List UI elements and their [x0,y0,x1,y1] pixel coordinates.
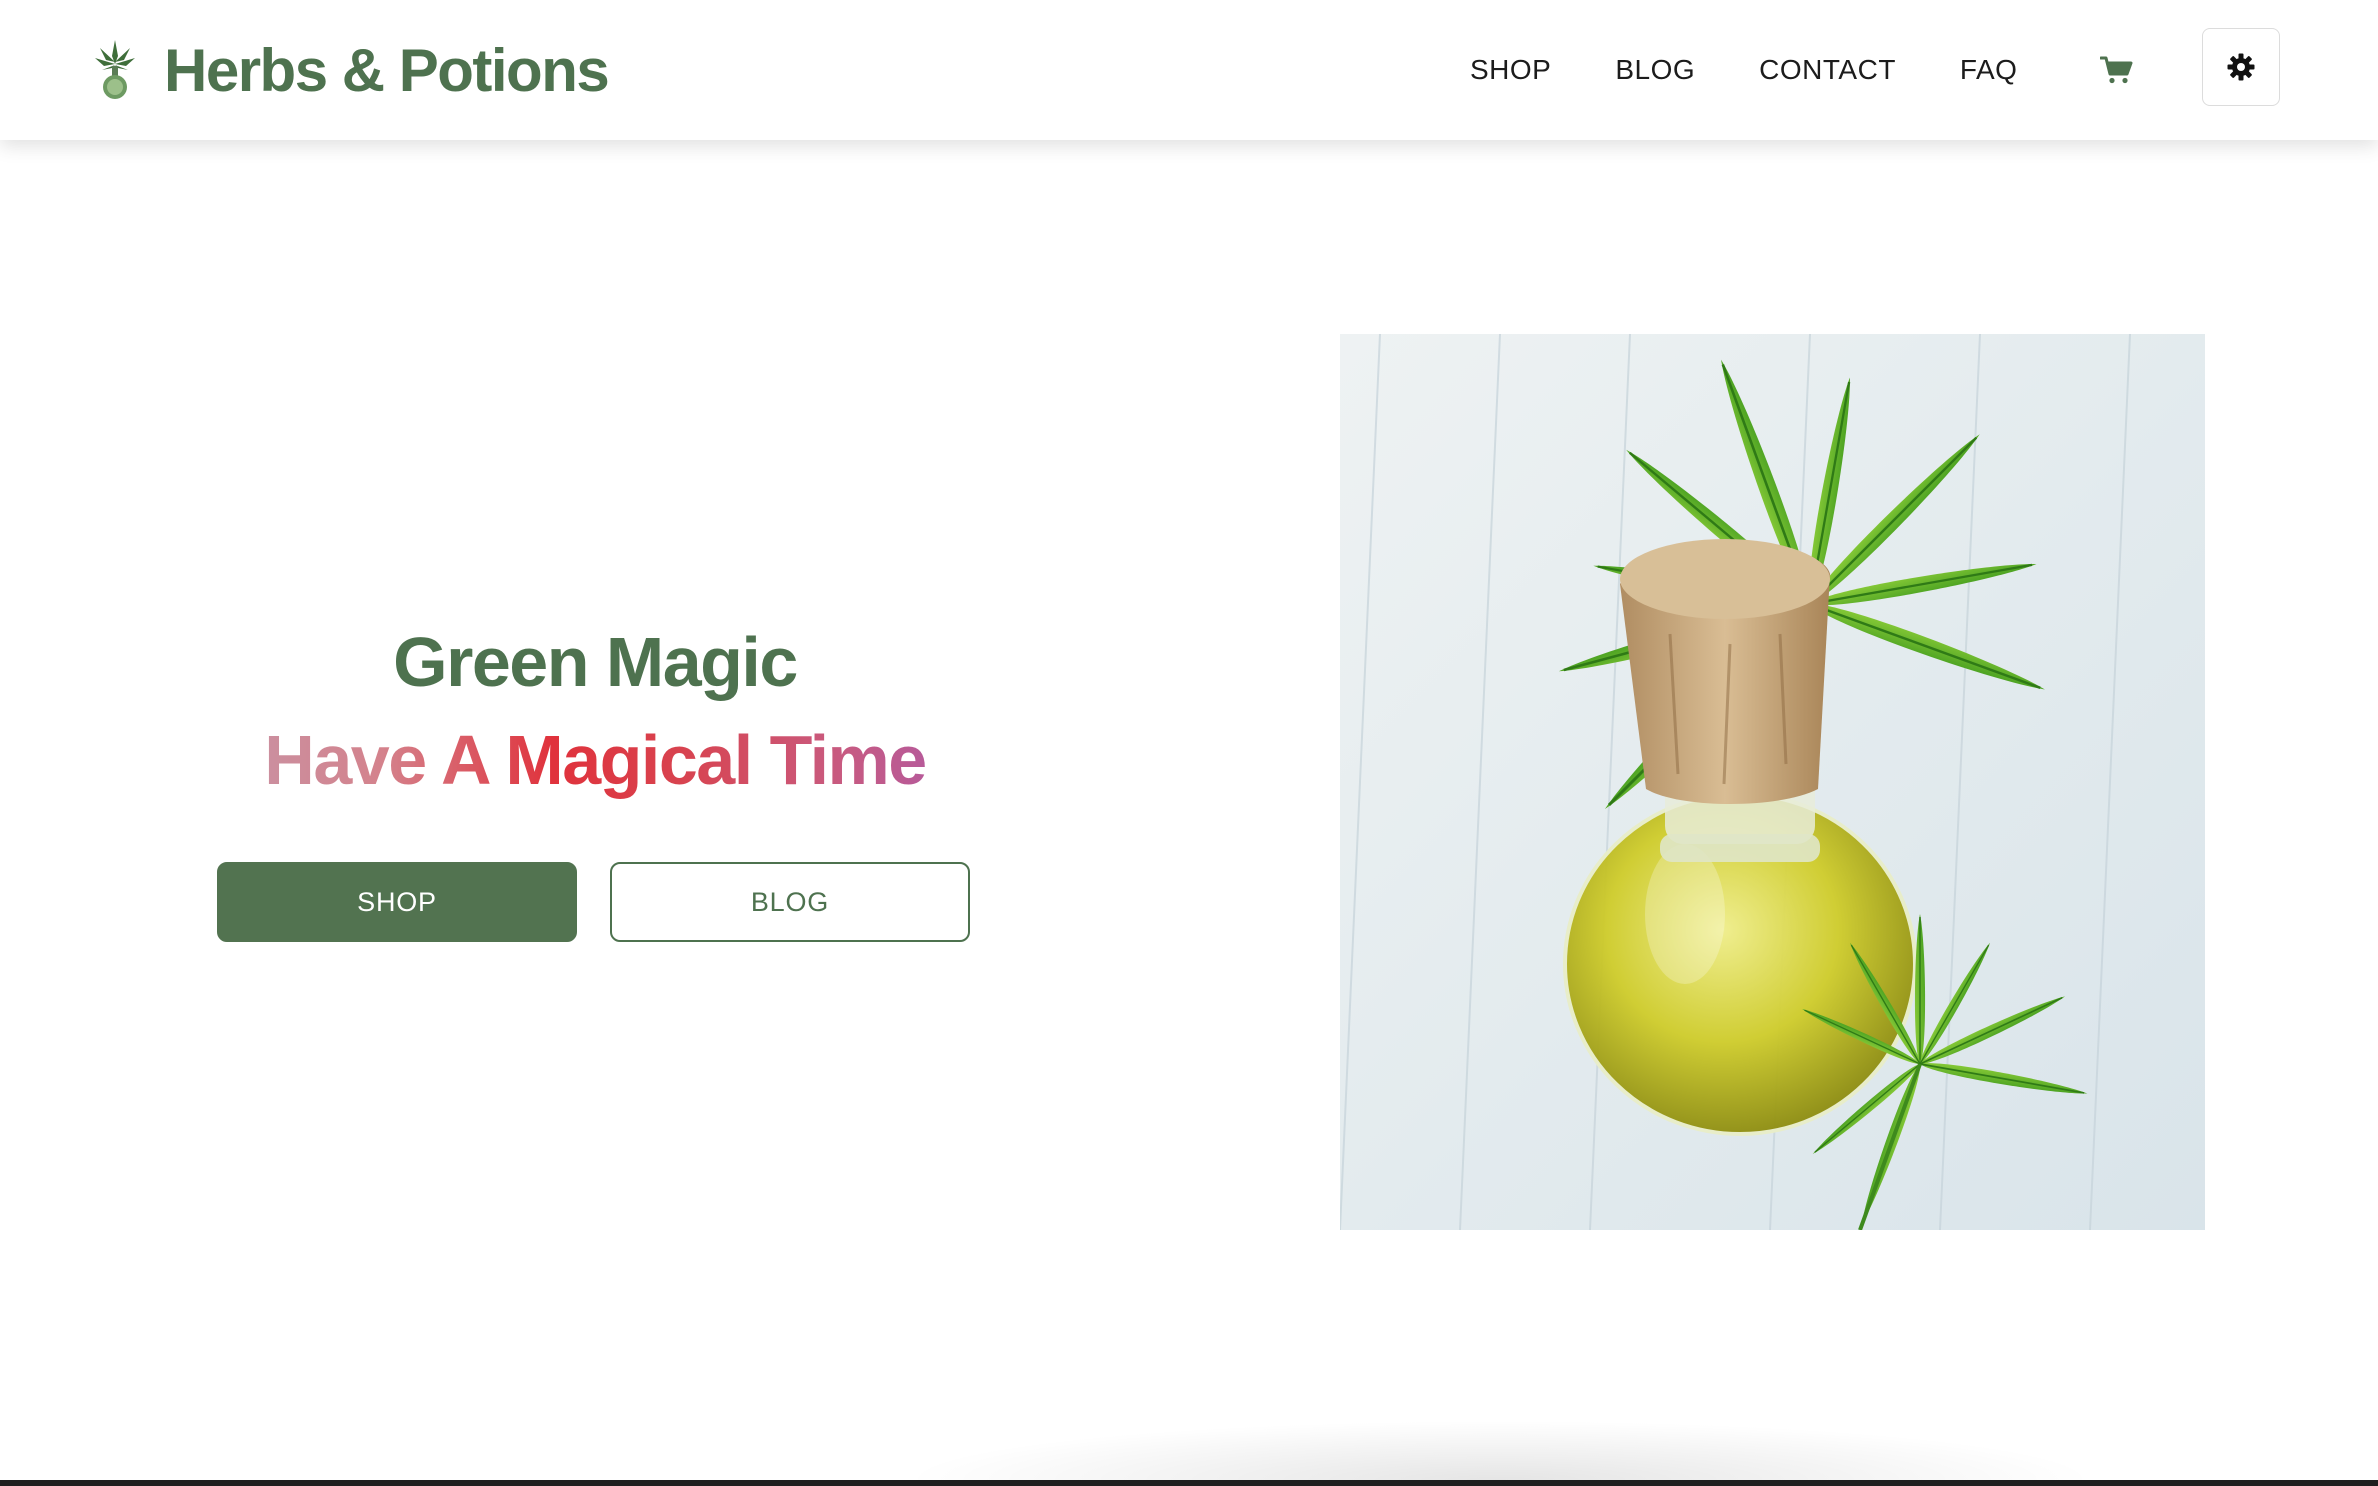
nav-blog-link[interactable]: BLOG [1615,54,1695,86]
brand-name: Herbs & Potions [164,36,610,104]
theme-toggle-button[interactable] [2202,28,2280,106]
hero-image-art [1340,334,2205,1230]
hero-product-image [1340,334,2205,1230]
brand-home-link[interactable]: Herbs & Potions [92,30,610,110]
hero-subtitle: Have A Magical Time [170,712,1020,808]
main-nav: SHOP BLOG CONTACT FAQ [1470,30,2139,110]
nav-faq-link[interactable]: FAQ [1960,54,2018,86]
bottom-edge [0,1480,2378,1486]
footer-shadow [900,1420,2100,1480]
page: Herbs & Potions SHOP BLOG CONTACT FAQ Gr… [0,0,2378,1486]
hero-title: Green Magic [393,623,798,701]
cart-button[interactable] [2095,48,2139,92]
cart-icon [2100,56,2133,84]
hero-text: Green Magic Have A Magical Time [170,612,1020,808]
nav-shop-link[interactable]: SHOP [1470,54,1551,86]
gear-icon [2227,53,2255,81]
hero-shop-button[interactable]: SHOP [217,862,577,942]
site-header: Herbs & Potions SHOP BLOG CONTACT FAQ [0,0,2378,140]
cannabis-potion-logo-icon [95,40,135,99]
nav-contact-link[interactable]: CONTACT [1759,54,1896,86]
hero-blog-button[interactable]: BLOG [610,862,970,942]
